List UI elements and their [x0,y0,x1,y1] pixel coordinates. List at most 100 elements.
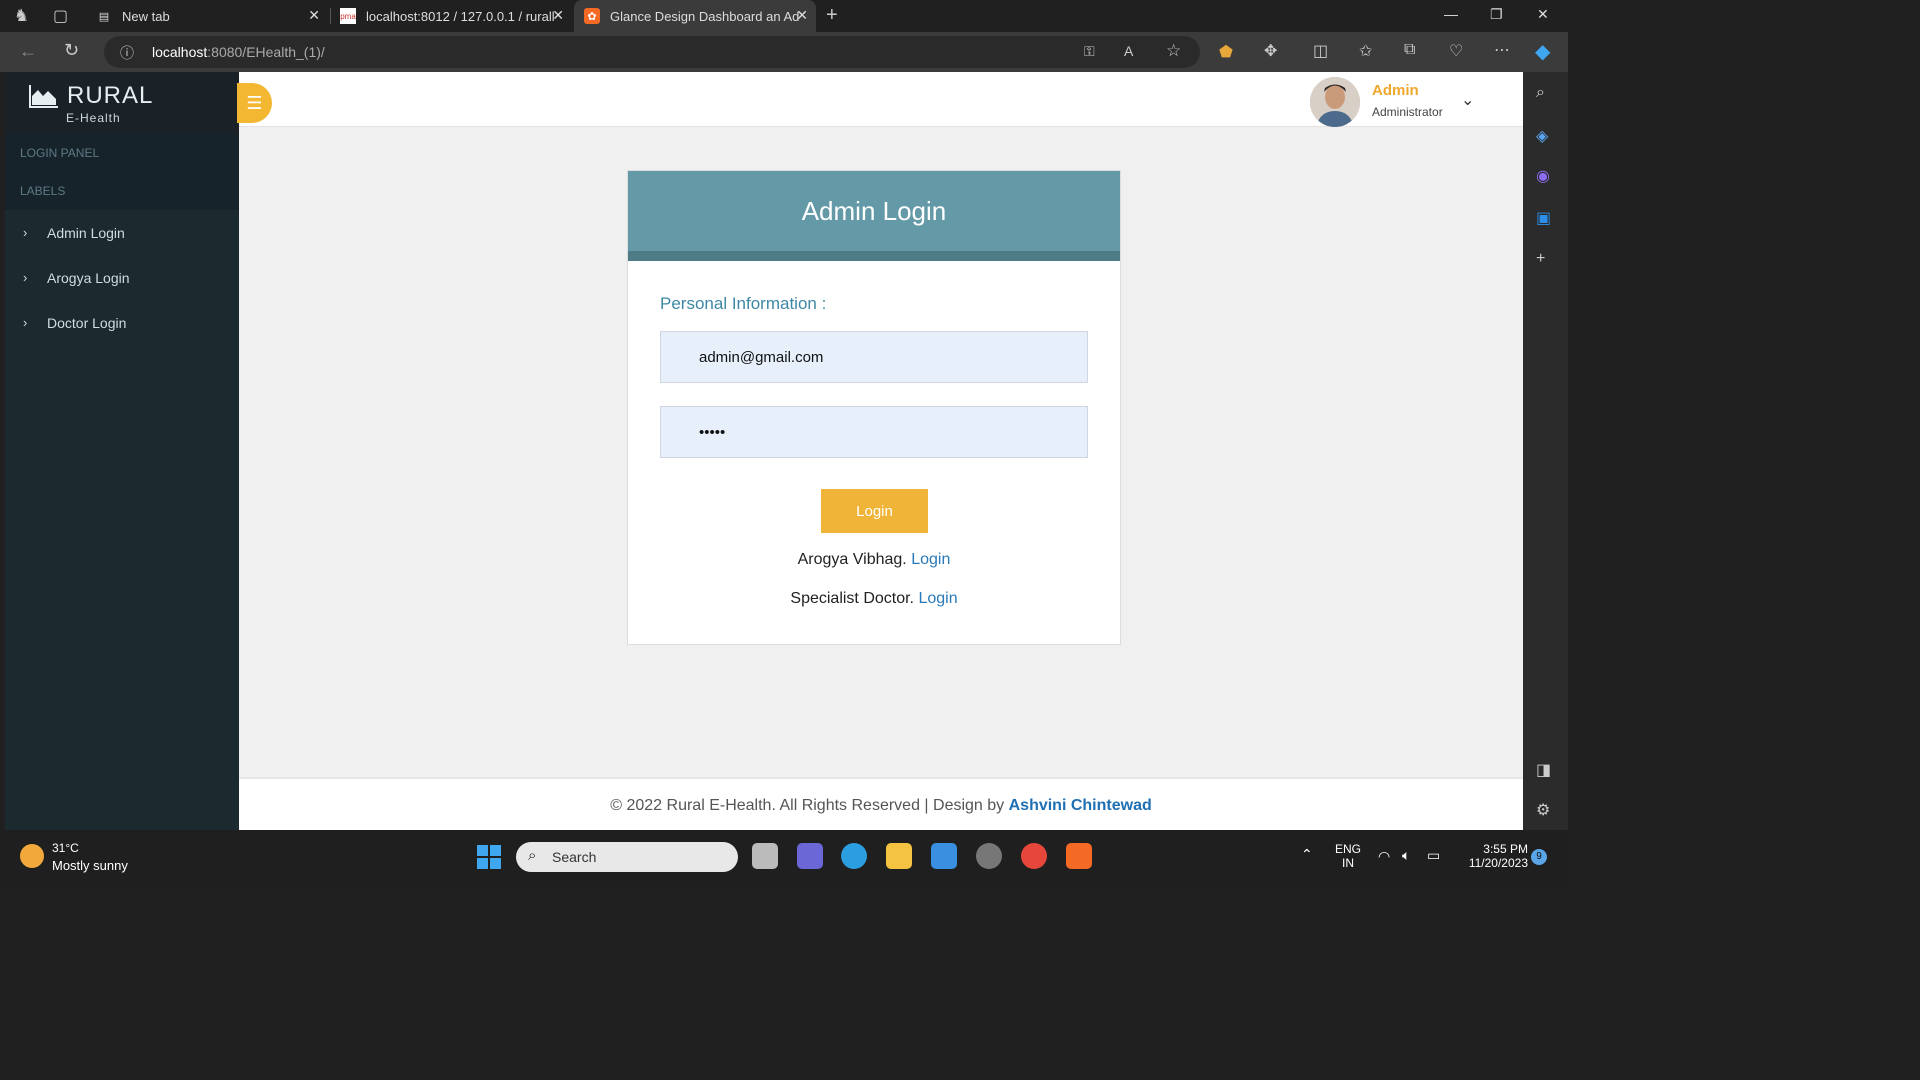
area-chart-logo-icon [29,85,58,108]
brand-name: RURAL [67,82,154,109]
hamburger-icon: ☰ [246,92,263,113]
close-icon[interactable]: ✕ [308,7,320,24]
sidebar-settings-icon[interactable]: ⚙ [1536,800,1550,820]
sidebar: RURAL E-Health LOGIN PANEL LABELS › Admi… [5,72,239,830]
site-info-icon[interactable]: ⓘ [120,43,134,63]
arogya-login-link[interactable]: Login [911,551,950,568]
login-card-title: Admin Login [628,171,1120,251]
new-tab-icon[interactable]: + [826,4,838,27]
top-header: ☰ Admin Administrator ⌄ [237,72,1523,127]
brand[interactable]: RURAL E-Health [5,72,239,134]
edge-icon[interactable] [841,843,867,869]
email-input[interactable] [661,332,1087,382]
tab-phpmyadmin[interactable]: pma localhost:8012 / 127.0.0.1 / rurall … [332,0,572,32]
address-host: localhost [152,44,208,60]
copilot-icon[interactable]: ◆ [1535,39,1550,64]
search-placeholder: Search [552,849,597,865]
rewards-icon[interactable]: ⬟ [1219,42,1233,62]
window-close-icon[interactable]: ✕ [1537,6,1549,23]
teams-icon[interactable] [797,843,823,869]
file-explorer-alt-icon[interactable] [752,843,778,869]
tab-title: New tab [122,8,170,24]
windows-start-icon[interactable] [477,845,501,869]
password-field[interactable] [660,406,1088,458]
copilot-sidebar-icon[interactable]: ◉ [1536,166,1550,186]
clock-time: 3:55 PM [1483,842,1528,856]
menu-toggle-button[interactable]: ☰ [237,83,272,123]
chevron-right-icon: › [23,225,28,240]
weather-temperature[interactable]: 31°C [52,841,79,855]
shopping-tag-icon[interactable]: ◈ [1536,126,1548,146]
close-icon[interactable]: ✕ [552,7,564,24]
search-icon[interactable]: ⌕ [1536,84,1545,102]
address-bar[interactable]: ⓘ localhost:8080/EHealth_(1)/ ⚿ A ☆ [104,36,1200,68]
language-code: ENG [1334,842,1361,856]
settings-gear-icon[interactable] [976,843,1002,869]
footer-author-link[interactable]: Ashvini Chintewad [1009,797,1152,814]
footer: © 2022 Rural E-Health. All Rights Reserv… [239,777,1523,830]
user-name[interactable]: Admin [1372,82,1419,99]
browser-tab-bar: ♞ ▢ ▤ New tab ✕ pma localhost:8012 / 127… [0,0,1568,32]
tab-actions-icon[interactable]: ▢ [53,6,68,26]
outlook-icon[interactable]: ▣ [1536,208,1551,228]
more-menu-icon[interactable]: ⋯ [1494,40,1510,60]
tab-new-tab[interactable]: ▤ New tab ✕ [84,0,328,32]
avatar[interactable] [1310,77,1360,127]
user-photo-icon [1310,77,1360,127]
back-icon[interactable]: ← [19,41,37,62]
sidebar-item-admin-login[interactable]: › Admin Login [5,213,239,253]
chevron-down-icon[interactable]: ⌄ [1461,90,1474,110]
email-field[interactable] [660,331,1088,383]
add-sidebar-app-icon[interactable]: + [1536,250,1545,268]
taskbar-search[interactable]: ⌕ Search [516,842,738,872]
extensions-icon[interactable]: ✥ [1264,41,1277,61]
split-screen-icon[interactable]: ◫ [1313,41,1328,61]
arogya-prefix: Arogya Vibhag. [797,551,907,568]
file-explorer-icon[interactable] [886,843,912,869]
xampp-taskbar-icon[interactable] [1066,843,1092,869]
chevron-up-icon[interactable]: ⌃ [1301,846,1313,863]
browser-essentials-icon[interactable]: ♡ [1449,41,1463,61]
weather-description[interactable]: Mostly sunny [52,858,128,873]
search-icon: ⌕ [528,847,537,864]
tab-title: Glance Design Dashboard an Ad [610,8,800,24]
minimize-icon[interactable]: — [1444,6,1458,22]
notification-badge[interactable]: 9 [1531,849,1547,865]
sidebar-item-arogya-login[interactable]: › Arogya Login [5,258,239,298]
sidebar-item-label: Admin Login [47,225,125,241]
brand-subtitle: E-Health [66,111,121,125]
sidebar-item-doctor-login[interactable]: › Doctor Login [5,303,239,343]
phpmyadmin-icon: pma [340,8,356,24]
collections-icon[interactable]: ⧉ [1404,41,1415,59]
hide-sidebar-icon[interactable]: ◨ [1536,760,1551,780]
language-indicator[interactable]: ENG IN [1333,842,1363,870]
login-button[interactable]: Login [821,489,928,533]
address-path: :8080/EHealth_(1)/ [207,44,325,60]
mail-icon[interactable] [931,843,957,869]
battery-icon[interactable]: ▭ [1427,847,1440,864]
region-code: IN [1342,856,1354,870]
refresh-icon[interactable]: ↻ [64,40,79,61]
tab-glance-dashboard[interactable]: ✿ Glance Design Dashboard an Ad ✕ [574,0,816,32]
sidebar-item-label: Arogya Login [47,270,130,286]
read-aloud-icon[interactable]: A [1124,43,1133,59]
chrome-icon[interactable] [1021,843,1047,869]
address-url: localhost:8080/EHealth_(1)/ [152,44,325,60]
password-input[interactable] [661,407,1087,457]
login-card: Admin Login Personal Information : Login… [627,170,1121,645]
password-key-icon[interactable]: ⚿ [1084,43,1095,60]
card-header-divider [628,251,1120,261]
volume-icon[interactable]: 🔈︎ [1402,847,1410,864]
restore-icon[interactable]: ❐ [1490,6,1503,23]
edge-sidebar: ⌕ ◈ ◉ ▣ + ◨ ⚙ [1523,72,1568,830]
footer-text: © 2022 Rural E-Health. All Rights Reserv… [610,797,1005,814]
favorite-star-icon[interactable]: ☆ [1166,41,1181,61]
clock[interactable]: 3:55 PM 11/20/2023 [1456,842,1528,870]
close-icon[interactable]: ✕ [796,7,808,24]
profile-icon[interactable]: ♞ [14,6,29,26]
favorites-icon[interactable]: ✩ [1359,41,1372,61]
weather-sun-icon[interactable] [20,844,44,868]
chevron-right-icon: › [23,315,28,330]
doctor-login-link[interactable]: Login [918,590,957,607]
wifi-icon[interactable]: ◠ [1378,848,1390,865]
